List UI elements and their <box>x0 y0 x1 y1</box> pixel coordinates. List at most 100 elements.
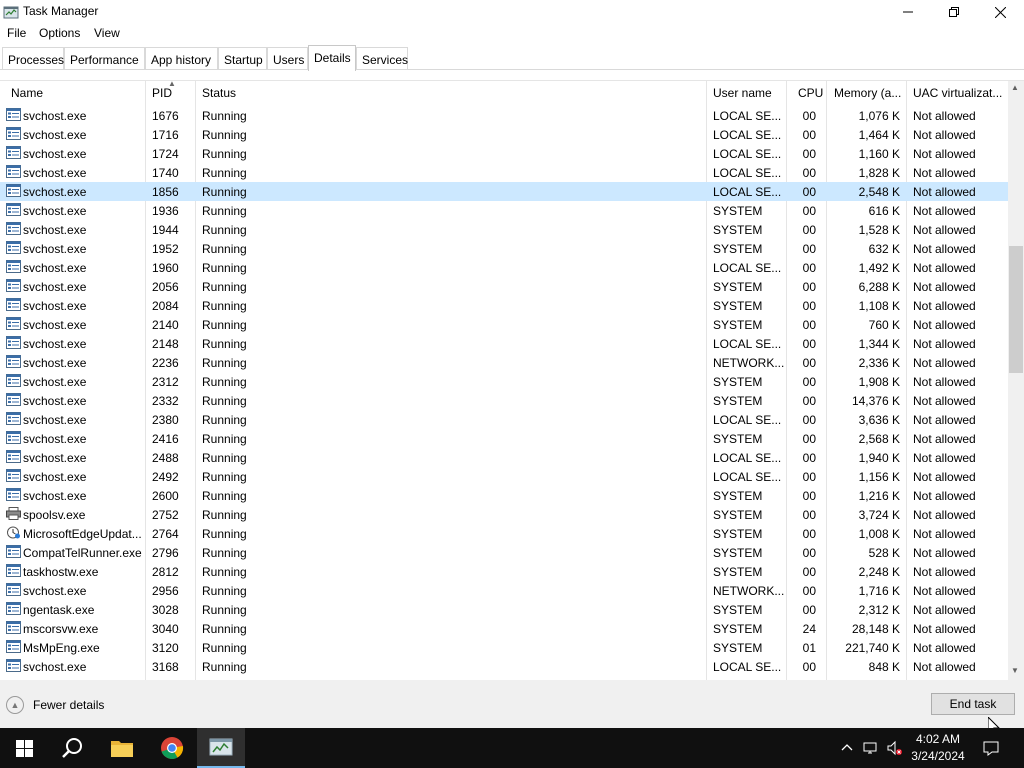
tab-performance[interactable]: Performance <box>64 47 145 70</box>
cell-pid: 1724 <box>152 147 179 161</box>
table-row[interactable]: CompatTelRunner.exe 2796 Running SYSTEM 00 52… <box>0 543 1008 562</box>
table-row[interactable]: svchost.exe 2956 Running NETWORK... 00 1,716 … <box>0 581 1008 600</box>
tab-details[interactable]: Details <box>308 45 356 71</box>
table-row[interactable]: svchost.exe 1724 Running LOCAL SE... 00 1,160… <box>0 144 1008 163</box>
column-header-name[interactable]: Name <box>11 81 143 105</box>
cell-uac: Not allowed <box>913 546 976 560</box>
cell-status: Running <box>202 660 247 674</box>
network-icon[interactable] <box>863 740 879 756</box>
table-row[interactable]: svchost.exe 1944 Running SYSTEM 00 1,528 K Not… <box>0 220 1008 239</box>
close-icon <box>994 6 1006 18</box>
restore-button[interactable] <box>931 0 977 24</box>
cell-uac: Not allowed <box>913 527 976 541</box>
column-header-user-name[interactable]: User name <box>713 81 783 105</box>
vertical-scrollbar[interactable]: ▲ ▼ <box>1008 81 1024 681</box>
tab-services[interactable]: Services <box>356 47 408 70</box>
chrome-button[interactable] <box>148 728 196 768</box>
cell-user-name: LOCAL SE... <box>713 261 782 275</box>
cell-memory: 2,248 K <box>858 565 900 579</box>
cell-memory: 1,108 K <box>858 299 900 313</box>
notification-icon[interactable] <box>983 740 999 756</box>
service-window-icon <box>6 108 21 121</box>
scrollbar-thumb[interactable] <box>1009 246 1023 373</box>
end-task-button[interactable]: End task <box>931 693 1015 715</box>
scroll-up-icon[interactable]: ▲ <box>1011 83 1019 92</box>
column-header-status[interactable]: Status <box>202 81 702 105</box>
table-body: svchost.exe 1676 Running LOCAL SE... 00 1,076… <box>0 106 1008 681</box>
table-row[interactable]: svchost.exe 2416 Running SYSTEM 00 2,568 K Not… <box>0 429 1008 448</box>
table-row[interactable]: svchost.exe 2600 Running SYSTEM 00 1,216 K Not… <box>0 486 1008 505</box>
cell-user-name: NETWORK... <box>713 356 785 370</box>
tab-users[interactable]: Users <box>267 47 308 70</box>
scroll-down-icon[interactable]: ▼ <box>1011 666 1019 675</box>
table-row[interactable]: MsMpEng.exe 3120 Running SYSTEM 01 221,740 K N… <box>0 638 1008 657</box>
table-row[interactable]: svchost.exe 1960 Running LOCAL SE... 00 1,492… <box>0 258 1008 277</box>
table-row[interactable]: svchost.exe 2488 Running LOCAL SE... 00 1,940… <box>0 448 1008 467</box>
cell-status: Running <box>202 299 247 313</box>
cell-memory: 2,568 K <box>858 432 900 446</box>
close-button[interactable] <box>977 0 1023 24</box>
table-row[interactable]: svchost.exe 2236 Running NETWORK... 00 2,336 … <box>0 353 1008 372</box>
menu-file[interactable]: File <box>7 26 26 40</box>
table-row[interactable]: spoolsv.exe 2752 Running SYSTEM 00 3,724 K Not… <box>0 505 1008 524</box>
cell-uac: Not allowed <box>913 109 976 123</box>
table-row[interactable]: svchost.exe 2332 Running SYSTEM 00 14,376 K No… <box>0 391 1008 410</box>
table-row[interactable]: ngentask.exe 3028 Running SYSTEM 00 2,312 K No… <box>0 600 1008 619</box>
column-header-memory[interactable]: Memory (a... <box>834 81 904 105</box>
cell-status: Running <box>202 356 247 370</box>
table-row[interactable]: taskhostw.exe 2812 Running SYSTEM 00 2,248 K N… <box>0 562 1008 581</box>
cell-memory: 616 K <box>868 204 900 218</box>
column-header-uac[interactable]: UAC virtualizat... <box>913 81 1005 105</box>
table-row[interactable]: svchost.exe 1936 Running SYSTEM 00 616 K Not a… <box>0 201 1008 220</box>
windows-start-icon <box>15 739 33 757</box>
task-manager-taskbar-button[interactable] <box>197 728 245 768</box>
table-row[interactable]: svchost.exe 1856 Running LOCAL SE... 00 2,548… <box>0 182 1008 201</box>
cell-user-name: SYSTEM <box>713 204 763 218</box>
table-row[interactable]: svchost.exe 1740 Running LOCAL SE... 00 1,828… <box>0 163 1008 182</box>
menu-view[interactable]: View <box>94 26 120 40</box>
tab-processes[interactable]: Processes <box>2 47 64 70</box>
restore-icon <box>949 7 959 17</box>
cell-status: Running <box>202 508 247 522</box>
table-row[interactable]: svchost.exe 2492 Running LOCAL SE... 00 1,156… <box>0 467 1008 486</box>
taskbar-clock[interactable]: 4:02 AM 3/24/2024 <box>904 731 972 765</box>
cell-memory: 1,344 K <box>858 337 900 351</box>
table-row[interactable]: svchost.exe 2084 Running SYSTEM 00 1,108 K Not… <box>0 296 1008 315</box>
cell-cpu: 00 <box>802 660 816 674</box>
chevron-up-icon[interactable] <box>839 740 855 756</box>
table-row[interactable]: MicrosoftEdgeUpdat... 2764 Running SYSTEM 00… <box>0 524 1008 543</box>
cell-user-name: SYSTEM <box>713 432 763 446</box>
cell-pid: 2488 <box>152 451 179 465</box>
service-window-icon <box>6 260 21 273</box>
menu-options[interactable]: Options <box>39 26 80 40</box>
table-row[interactable]: svchost.exe 2312 Running SYSTEM 00 1,908 K Not… <box>0 372 1008 391</box>
start-button[interactable] <box>0 728 48 768</box>
table-row[interactable]: svchost.exe 1676 Running LOCAL SE... 00 1,076… <box>0 106 1008 125</box>
search-icon <box>62 738 82 758</box>
tab-app-history[interactable]: App history <box>145 47 218 70</box>
minimize-button[interactable] <box>885 0 931 24</box>
service-window-icon <box>6 127 21 140</box>
volume-muted-icon[interactable] <box>886 740 902 756</box>
table-row[interactable]: svchost.exe 2148 Running LOCAL SE... 00 1,344… <box>0 334 1008 353</box>
table-row[interactable]: svchost.exe 2140 Running SYSTEM 00 760 K Not a… <box>0 315 1008 334</box>
cell-name: mscorsvw.exe <box>23 622 99 636</box>
tab-startup[interactable]: Startup <box>218 47 267 70</box>
table-row[interactable]: svchost.exe 1716 Running LOCAL SE... 00 1,464… <box>0 125 1008 144</box>
search-button[interactable] <box>48 728 96 768</box>
table-row[interactable]: svchost.exe 2380 Running LOCAL SE... 00 3,636… <box>0 410 1008 429</box>
cell-uac: Not allowed <box>913 147 976 161</box>
column-header-cpu[interactable]: CPU <box>798 81 823 105</box>
file-explorer-button[interactable] <box>98 728 146 768</box>
cell-cpu: 00 <box>802 432 816 446</box>
table-row[interactable]: svchost.exe 1952 Running SYSTEM 00 632 K Not a… <box>0 239 1008 258</box>
table-row[interactable]: mscorsvw.exe 3040 Running SYSTEM 24 28,148 K N… <box>0 619 1008 638</box>
edge-update-icon <box>6 526 21 539</box>
cell-status: Running <box>202 375 247 389</box>
fewer-details-label: Fewer details <box>33 698 105 712</box>
cell-user-name: SYSTEM <box>713 527 763 541</box>
fewer-details-button[interactable]: ▲ Fewer details <box>6 694 104 716</box>
table-row[interactable]: svchost.exe 3168 Running LOCAL SE... 00 848 K… <box>0 657 1008 676</box>
cell-name: svchost.exe <box>23 470 87 484</box>
table-row[interactable]: svchost.exe 2056 Running SYSTEM 00 6,288 K Not… <box>0 277 1008 296</box>
